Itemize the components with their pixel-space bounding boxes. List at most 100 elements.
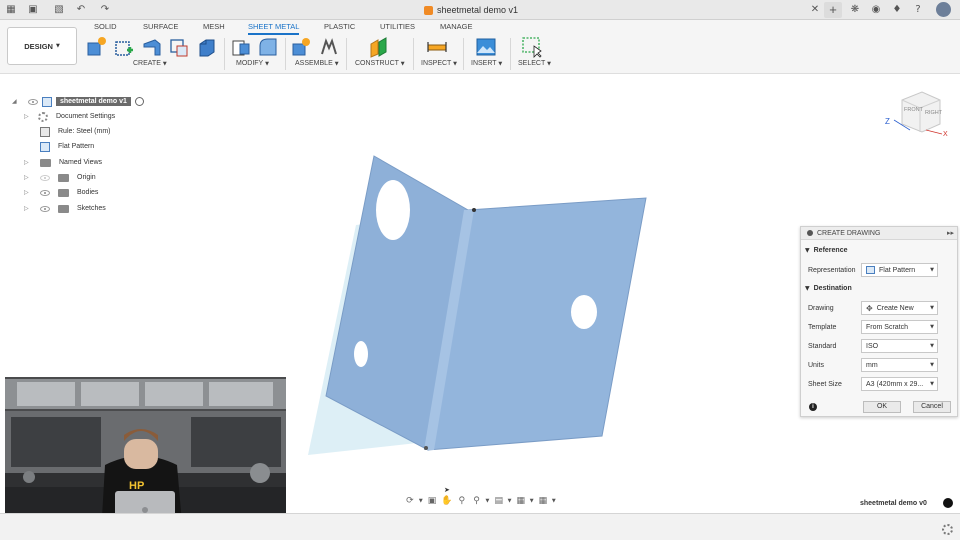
tree-item-flat-pattern[interactable]: Flat Pattern [24, 140, 94, 153]
pan-icon[interactable]: ✋ [441, 495, 453, 507]
create-sketch-icon[interactable] [113, 36, 135, 58]
extrude-icon[interactable] [196, 36, 218, 58]
chevron-down-icon[interactable]: ▼ [419, 498, 423, 504]
drawing-dropdown[interactable]: ✥ Create New ▼ [861, 301, 938, 315]
viewcube-right-label[interactable]: RIGHT [925, 110, 943, 116]
job-status-icon[interactable]: ◉ [869, 3, 883, 17]
assemble-menu[interactable]: ASSEMBLE ▼ [295, 60, 339, 67]
section-reference[interactable]: ▼ Reference [805, 247, 847, 254]
activate-radio-icon[interactable] [134, 97, 144, 106]
help-icon[interactable]: ? [911, 3, 925, 17]
expand-icon[interactable]: ▷ [24, 189, 30, 197]
tab-sheet-metal[interactable]: SHEET METAL [248, 22, 300, 35]
insert-image-icon[interactable] [475, 36, 497, 58]
create-base-feature-icon[interactable] [168, 36, 190, 58]
offset-plane-icon[interactable] [368, 36, 390, 58]
bend-vertex [472, 208, 476, 212]
representation-dropdown[interactable]: Flat Pattern ▼ [861, 263, 938, 277]
sheet-metal-model[interactable] [296, 150, 656, 462]
save-icon[interactable]: ▧ [52, 3, 66, 17]
zoom-icon[interactable]: ⚲ [456, 495, 468, 507]
tree-item-named-views[interactable]: ▷ Named Views [24, 156, 102, 169]
collapse-icon[interactable]: ◢ [12, 98, 18, 106]
tree-item-rule[interactable]: Rule: Steel (mm) [24, 125, 111, 138]
assemble-menu-label: ASSEMBLE [295, 60, 333, 67]
section-destination[interactable]: ▼ Destination [805, 285, 852, 292]
tree-item-bodies[interactable]: ▷ Bodies [24, 186, 98, 199]
expand-icon[interactable]: ▷ [24, 113, 30, 121]
bend-icon[interactable] [257, 36, 279, 58]
close-icon[interactable]: ✕ [808, 3, 822, 17]
timeline-bar [0, 513, 960, 540]
divider [346, 38, 347, 70]
redo-icon[interactable]: ↷ [98, 3, 112, 17]
file-icon[interactable]: ▣ [26, 3, 40, 17]
avatar[interactable] [936, 2, 951, 17]
press-pull-icon[interactable] [230, 36, 252, 58]
x-axis-label: X [943, 131, 948, 138]
new-component-assemble-icon[interactable] [290, 36, 312, 58]
create-menu[interactable]: CREATE ▼ [133, 60, 167, 67]
flange-icon[interactable] [141, 36, 163, 58]
tree-item-origin[interactable]: ▷ Origin [24, 171, 96, 184]
tab-mesh[interactable]: MESH [203, 22, 225, 34]
visibility-eye-icon[interactable] [28, 98, 38, 105]
look-at-icon[interactable]: ▣ [426, 495, 438, 507]
viewcube[interactable]: FRONT RIGHT Z X [880, 86, 950, 146]
inspect-menu[interactable]: INSPECT ▼ [421, 60, 457, 67]
modify-menu[interactable]: MODIFY ▼ [236, 60, 269, 67]
visibility-eye-icon[interactable] [40, 174, 50, 181]
viewports-icon[interactable]: ▦ [537, 495, 549, 507]
undo-icon[interactable]: ↶ [74, 3, 88, 17]
drawing-label: Drawing [808, 305, 834, 312]
expand-icon[interactable]: ▷ [24, 174, 30, 182]
browser-root[interactable]: ◢ sheetmetal demo v1 [12, 95, 144, 108]
visibility-eye-icon[interactable] [40, 189, 50, 196]
tab-surface[interactable]: SURFACE [143, 22, 178, 34]
document-tab[interactable]: sheetmetal demo v1 [424, 3, 518, 17]
extensions-icon[interactable]: ❋ [848, 3, 862, 17]
fit-icon[interactable]: ⚲ [471, 495, 483, 507]
grid-snap-icon[interactable]: ▦ [515, 495, 527, 507]
select-menu[interactable]: SELECT ▼ [518, 60, 551, 67]
tab-manage[interactable]: MANAGE [440, 22, 473, 34]
tab-plastic[interactable]: PLASTIC [324, 22, 355, 34]
visibility-eye-icon[interactable] [40, 205, 50, 212]
new-component-icon[interactable] [85, 36, 107, 58]
chevron-down-icon[interactable]: ▼ [552, 498, 556, 504]
standard-dropdown[interactable]: ISO ▼ [861, 339, 938, 353]
info-icon[interactable]: i [809, 403, 817, 411]
template-dropdown[interactable]: From Scratch ▼ [861, 320, 938, 334]
select-icon[interactable] [521, 36, 543, 58]
measure-icon[interactable] [426, 36, 448, 58]
timeline-settings-gear-icon[interactable] [942, 524, 953, 535]
orbit-icon[interactable]: ⟳ [404, 495, 416, 507]
ok-button[interactable]: OK [863, 401, 901, 413]
expand-icon[interactable]: ▷ [24, 205, 30, 213]
apps-grid-icon[interactable]: ▦ [4, 3, 18, 17]
joint-icon[interactable] [318, 36, 340, 58]
new-tab-button[interactable]: + [824, 2, 842, 18]
dialog-drag-icon[interactable] [807, 230, 813, 236]
tree-item-label: Bodies [77, 189, 99, 196]
insert-menu[interactable]: INSERT ▼ [471, 60, 502, 67]
tree-item-label: Sketches [77, 205, 106, 212]
sheet-size-dropdown[interactable]: A3 (420mm x 29... ▼ [861, 377, 938, 391]
tab-utilities[interactable]: UTILITIES [380, 22, 415, 34]
tree-item-sketches[interactable]: ▷ Sketches [24, 202, 106, 215]
viewcube-front-label[interactable]: FRONT [904, 107, 924, 113]
chevron-down-icon[interactable]: ▼ [530, 498, 534, 504]
expand-dialog-icon[interactable]: ▸▸ [947, 229, 954, 237]
notifications-icon[interactable]: ♦ [890, 3, 904, 17]
chevron-down-icon[interactable]: ▼ [508, 498, 512, 504]
units-dropdown[interactable]: mm ▼ [861, 358, 938, 372]
display-settings-icon[interactable]: ▤ [493, 495, 505, 507]
expand-icon[interactable]: ▷ [24, 159, 30, 167]
construct-menu[interactable]: CONSTRUCT ▼ [355, 60, 405, 67]
workspace-switcher[interactable]: DESIGN ▼ [7, 27, 77, 65]
cancel-button[interactable]: Cancel [913, 401, 951, 413]
chevron-down-icon[interactable]: ▼ [486, 498, 490, 504]
tab-solid[interactable]: SOLID [94, 22, 117, 34]
tree-item-document-settings[interactable]: ▷ Document Settings [24, 110, 115, 123]
presenter-video: HP [5, 377, 286, 535]
